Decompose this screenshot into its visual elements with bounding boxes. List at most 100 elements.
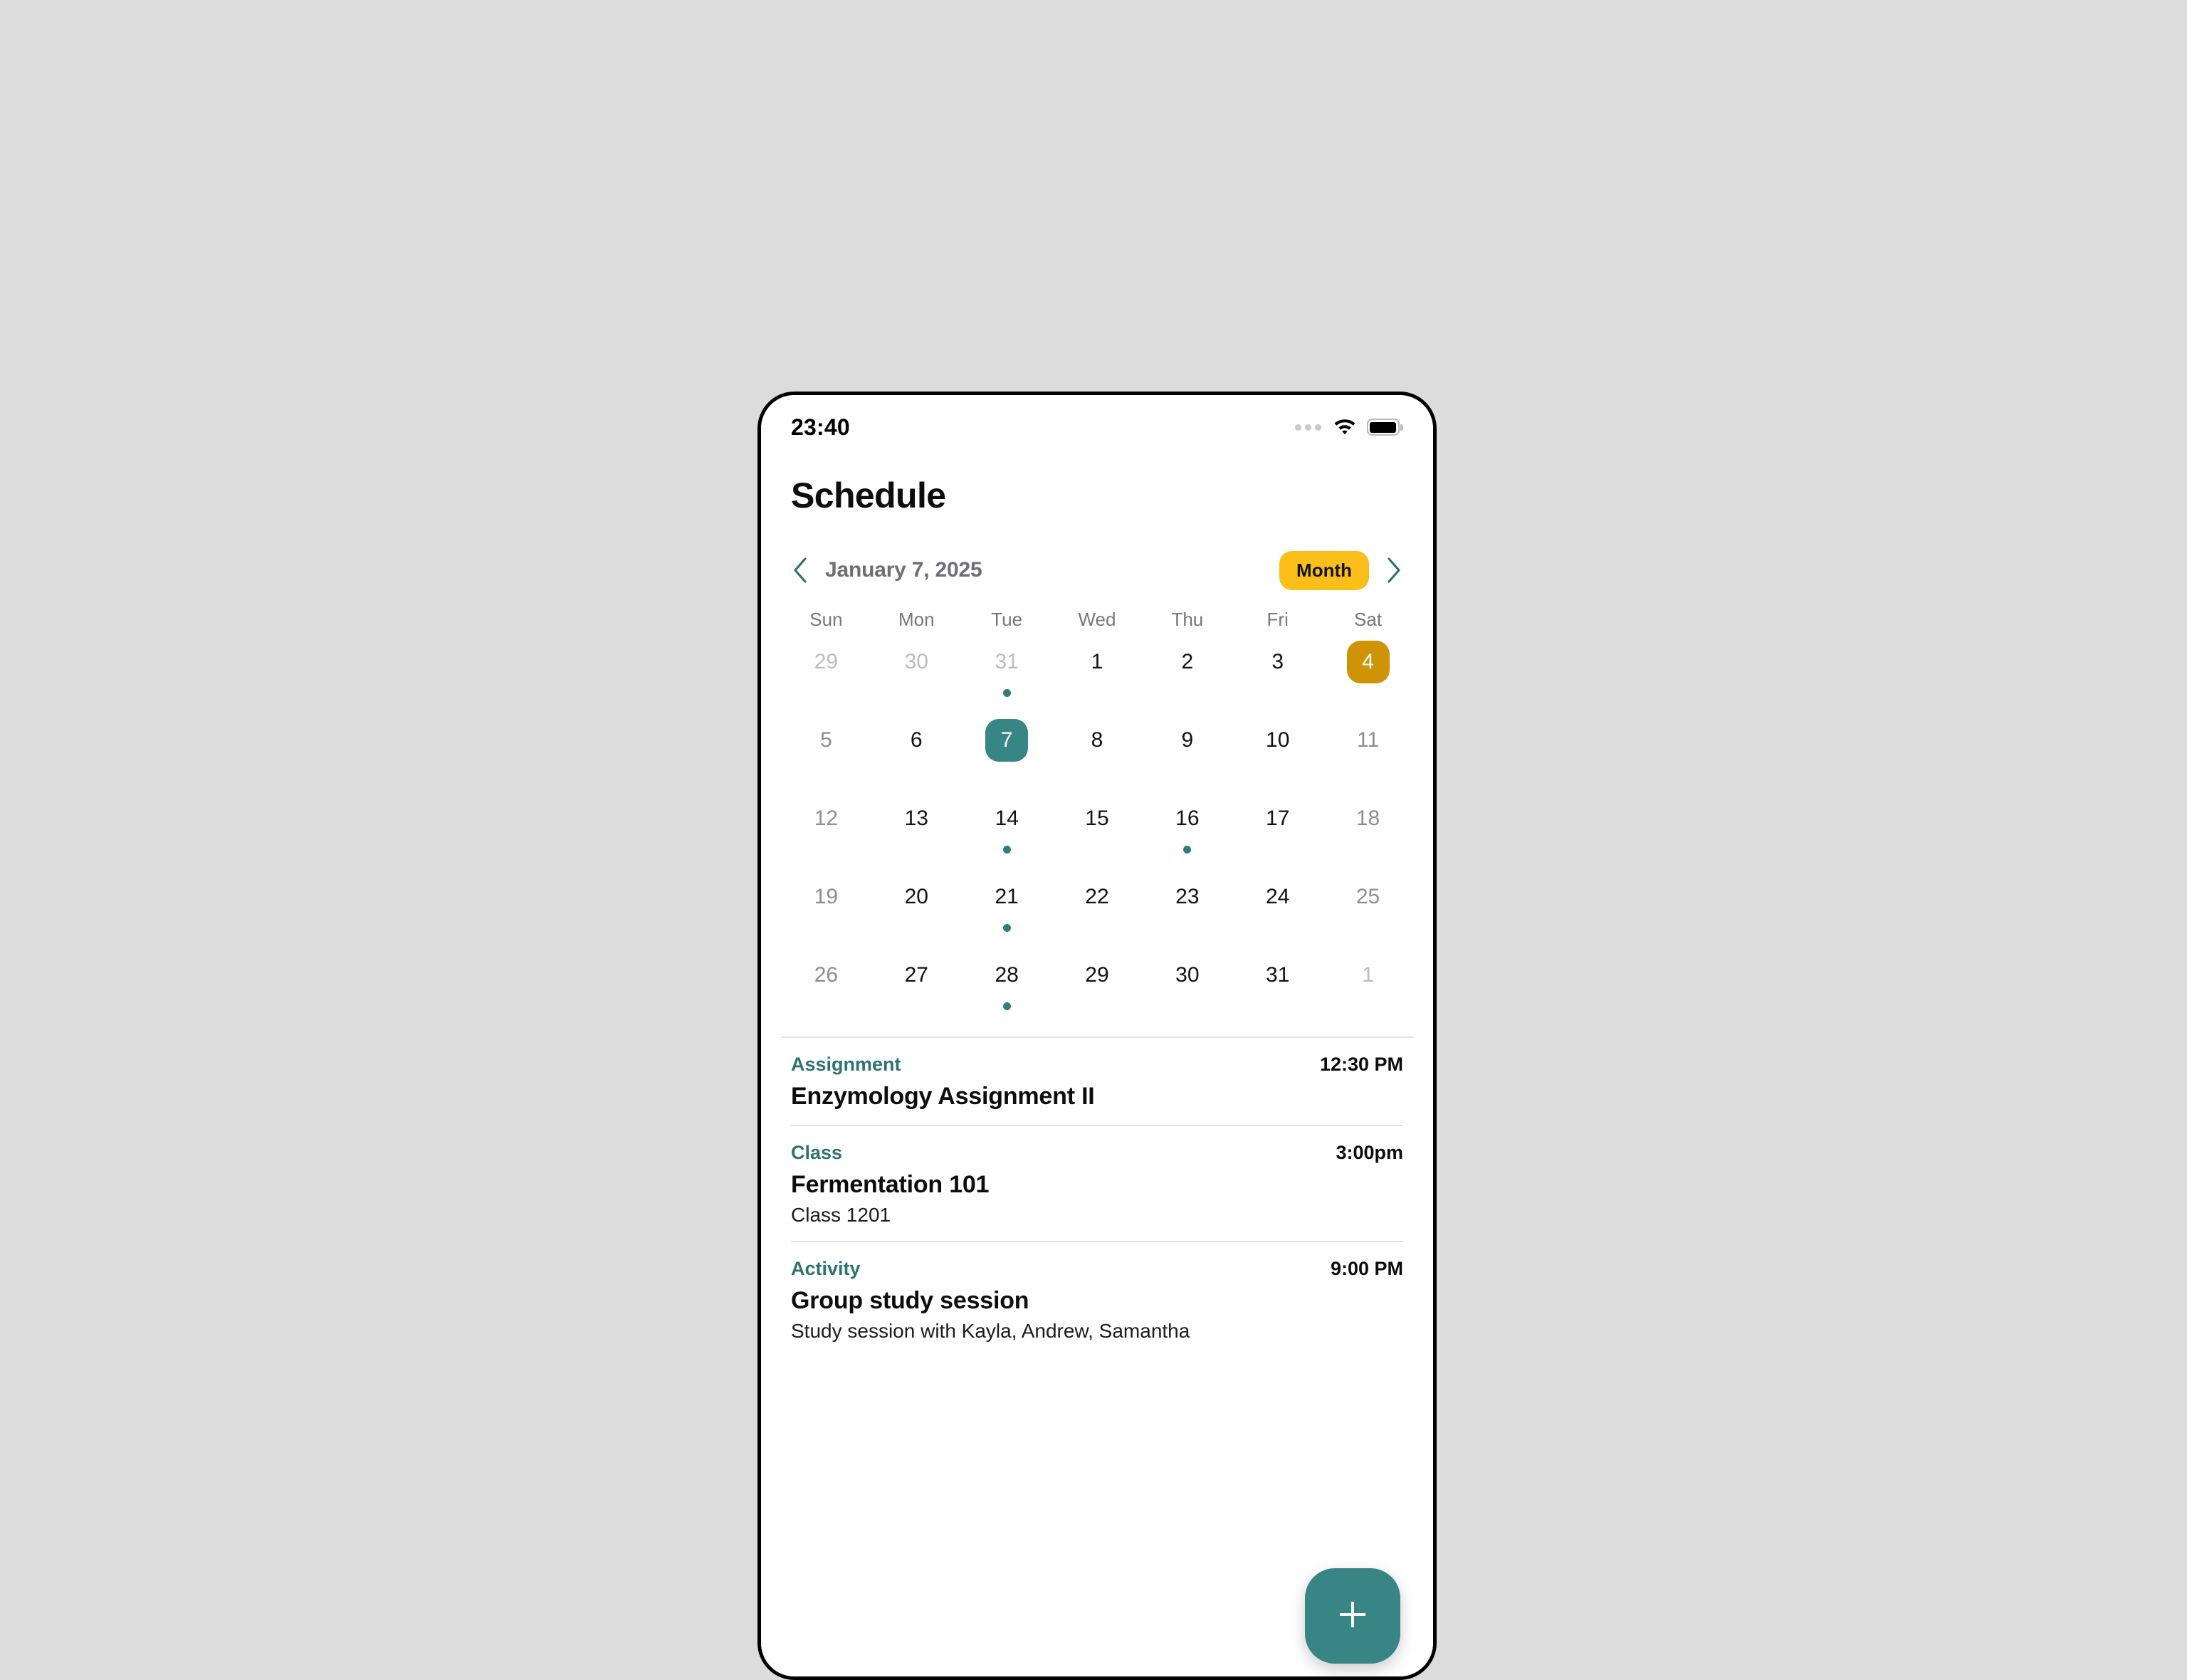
- calendar-day-cell[interactable]: 30: [1142, 954, 1232, 1022]
- event-subtitle: Class 1201: [791, 1204, 891, 1226]
- calendar-day-number: 15: [1085, 807, 1109, 830]
- calendar-day-number: 18: [1355, 807, 1380, 830]
- calendar-day-number: 20: [904, 885, 928, 908]
- calendar-day-cell[interactable]: 26: [781, 954, 871, 1022]
- calendar-day-number: 17: [1266, 807, 1290, 830]
- calendar-event-dot: [1002, 1002, 1011, 1010]
- add-event-fab[interactable]: [1305, 1568, 1400, 1664]
- calendar-day-cell[interactable]: 15: [1052, 797, 1143, 866]
- calendar-day-number: 29: [1085, 963, 1109, 987]
- event-kind-label: Class: [791, 1142, 843, 1163]
- status-bar-clock: 23:40: [791, 414, 850, 440]
- calendar-day-cell[interactable]: 16: [1142, 797, 1232, 866]
- event-title: Enzymology Assignment II: [791, 1083, 1095, 1110]
- calendar-day-number: 19: [814, 885, 839, 908]
- calendar-event-dot: [1002, 846, 1011, 854]
- chevron-left-icon[interactable]: [788, 557, 812, 583]
- calendar-day-number: 13: [904, 807, 928, 830]
- event-title: Group study session: [791, 1287, 1029, 1314]
- event-time: 3:00pm: [1336, 1142, 1403, 1163]
- event-subtitle: Study session with Kayla, Andrew, Samant…: [791, 1320, 1190, 1342]
- event-row[interactable]: Assignment 12:30 PM Enzymology Assignment …: [791, 1038, 1403, 1126]
- calendar-day-cell[interactable]: 27: [871, 954, 962, 1022]
- calendar-day-number: 11: [1356, 728, 1380, 752]
- calendar-day-cell[interactable]: 29: [781, 641, 871, 709]
- calendar-day-cell[interactable]: 23: [1142, 876, 1232, 944]
- event-time: 12:30 PM: [1319, 1054, 1403, 1075]
- calendar-day-cell[interactable]: 11: [1323, 719, 1413, 787]
- calendar-day-cell[interactable]: 12: [781, 797, 871, 866]
- calendar-day-number: 3: [1271, 650, 1284, 673]
- weekday-label: Sun: [809, 609, 843, 630]
- calendar-day-number: 6: [910, 728, 923, 752]
- calendar-event-dot: [1002, 689, 1011, 697]
- calendar-day-cell[interactable]: 25: [1323, 876, 1413, 944]
- calendar-month-label: January 7, 2025: [825, 558, 982, 582]
- calendar-day-cell[interactable]: 10: [1232, 719, 1323, 787]
- calendar-day-number: 27: [904, 963, 928, 987]
- calendar-day-number: 31: [995, 650, 1019, 673]
- calendar-day-cell[interactable]: 1: [1052, 641, 1143, 709]
- calendar-day-cell[interactable]: 4: [1323, 641, 1413, 709]
- event-row[interactable]: Class 3:00pm Fermentation 101 Class 1201: [791, 1126, 1403, 1242]
- event-row-header: Activity 9:00 PM: [791, 1258, 1403, 1280]
- calendar-day-number: 30: [904, 650, 928, 673]
- calendar-day-cell[interactable]: 21: [962, 876, 1052, 944]
- calendar-day-number: 12: [814, 807, 839, 830]
- calendar-day-cell[interactable]: 28: [962, 954, 1052, 1022]
- chevron-right-icon[interactable]: [1382, 557, 1406, 583]
- calendar-day-cell[interactable]: 3: [1232, 641, 1323, 709]
- calendar-event-dot: [1002, 924, 1011, 932]
- weekday-label: Tue: [991, 609, 1023, 630]
- calendar-day-cell[interactable]: 1: [1323, 954, 1413, 1022]
- calendar-day-cell[interactable]: 18: [1323, 797, 1413, 866]
- calendar: January 7, 2025 Month Sun Mon Tue Wed Thu Fri…: [761, 547, 1433, 1038]
- calendar-day-cell[interactable]: 9: [1142, 719, 1232, 787]
- view-mode-button[interactable]: Month: [1279, 550, 1369, 590]
- calendar-day-cell[interactable]: 7: [962, 719, 1052, 787]
- calendar-day-number: 23: [1175, 885, 1200, 908]
- event-row[interactable]: Activity 9:00 PM Group study session Study …: [791, 1242, 1403, 1357]
- calendar-day-number: 25: [1355, 885, 1380, 908]
- calendar-day-cell[interactable]: 29: [1052, 954, 1143, 1022]
- calendar-event-dot: [1183, 846, 1192, 854]
- calendar-day-number: 9: [1181, 728, 1194, 752]
- event-time: 9:00 PM: [1330, 1258, 1403, 1279]
- calendar-day-number: 31: [1266, 963, 1290, 987]
- calendar-day-cell[interactable]: 22: [1052, 876, 1143, 944]
- calendar-day-number: 14: [995, 807, 1019, 830]
- calendar-day-cell[interactable]: 20: [871, 876, 962, 944]
- calendar-day-cell[interactable]: 19: [781, 876, 871, 944]
- calendar-day-cell[interactable]: 24: [1232, 876, 1323, 944]
- calendar-day-number: 5: [820, 728, 832, 752]
- calendar-day-number: 16: [1175, 807, 1200, 830]
- calendar-week-row: 26 27 28 29 30 31 1: [781, 954, 1413, 1022]
- calendar-day-cell[interactable]: 5: [781, 719, 871, 787]
- calendar-day-number: 2: [1181, 650, 1194, 673]
- calendar-day-cell[interactable]: 31: [962, 641, 1052, 709]
- calendar-day-cell[interactable]: 14: [962, 797, 1052, 866]
- weekday-label: Sat: [1354, 609, 1383, 630]
- status-bar-icons: [1294, 416, 1403, 439]
- calendar-day-cell[interactable]: 8: [1052, 719, 1143, 787]
- weekday-label: Wed: [1078, 609, 1116, 630]
- calendar-day-cell[interactable]: 6: [871, 719, 962, 787]
- calendar-day-cell[interactable]: 2: [1142, 641, 1232, 709]
- calendar-day-cell[interactable]: 31: [1232, 954, 1323, 1022]
- calendar-day-cell[interactable]: 30: [871, 641, 962, 709]
- calendar-day-number: 26: [814, 963, 839, 987]
- battery-full-icon: [1366, 419, 1403, 436]
- calendar-week-row: 29 30 31 1 2 3 4: [781, 641, 1413, 709]
- event-kind-label: Assignment: [791, 1054, 901, 1075]
- weekday-label: Mon: [898, 609, 935, 630]
- calendar-day-cell[interactable]: 13: [871, 797, 962, 866]
- event-list: Assignment 12:30 PM Enzymology Assignment …: [761, 1038, 1433, 1357]
- calendar-day-number: 28: [995, 963, 1019, 987]
- weekday-label: Thu: [1171, 609, 1204, 630]
- event-row-header: Assignment 12:30 PM: [791, 1054, 1403, 1076]
- plus-icon: [1333, 1595, 1373, 1638]
- calendar-day-cell[interactable]: 17: [1232, 797, 1323, 866]
- calendar-day-number: 10: [1266, 728, 1290, 752]
- calendar-day-number: 4: [1346, 641, 1390, 683]
- calendar-day-number: 21: [995, 885, 1019, 908]
